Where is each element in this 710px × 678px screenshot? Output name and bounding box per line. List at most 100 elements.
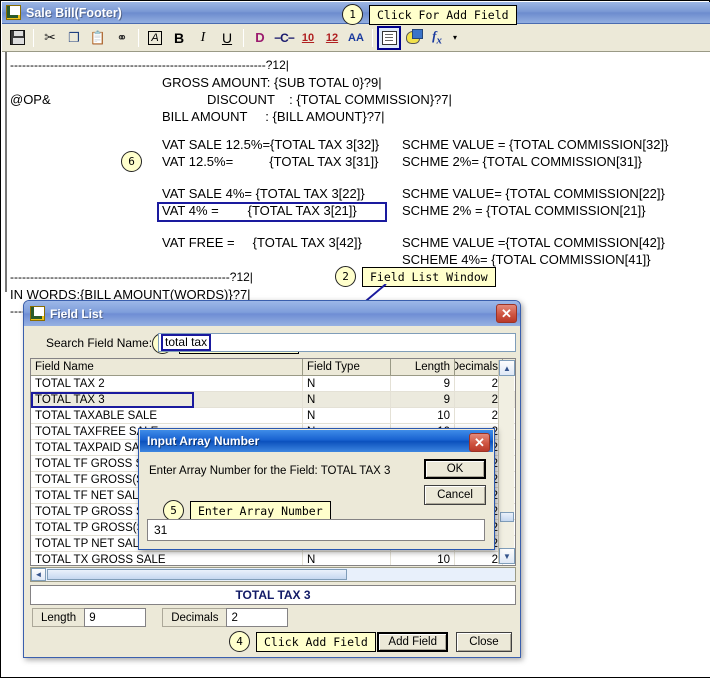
cell-length: 9	[391, 392, 455, 407]
search-field-row: Search Field Name: total tax	[30, 332, 516, 353]
input-array-number-dialog: Input Array Number ✕ Enter Array Number …	[138, 428, 495, 550]
cell-field-name: TOTAL TX GROSS SALE	[31, 552, 303, 565]
doc-line-schme-value-42: SCHME VALUE ={TOTAL COMMISSION[42]}	[402, 235, 665, 250]
toolbar-separator-3	[243, 28, 244, 47]
doc-line-vat-sale-4: VAT SALE 4%= {TOTAL TAX 3[22]}	[162, 186, 365, 201]
horizontal-scroll-thumb[interactable]	[47, 569, 347, 580]
color-palette-icon[interactable]	[401, 26, 425, 50]
ok-button[interactable]: OK	[424, 459, 486, 479]
font-icon[interactable]: A	[143, 26, 167, 50]
cell-field-type: N	[303, 552, 391, 565]
document-left-margin-rule	[5, 52, 7, 292]
bold-icon[interactable]: B	[167, 26, 191, 50]
doc-line-schme-2pct-31: SCHME 2%= {TOTAL COMMISSION[31]}	[402, 154, 642, 169]
add-field-icon[interactable]	[377, 25, 401, 50]
cell-decimals: 2	[455, 552, 503, 565]
column-header-length[interactable]: Length	[391, 359, 455, 375]
array-number-input[interactable]: 31	[147, 519, 485, 541]
cell-length: 10	[391, 552, 455, 565]
cancel-button[interactable]: Cancel	[424, 485, 486, 505]
input-array-body: Enter Array Number for the Field: TOTAL …	[143, 455, 490, 545]
length-input[interactable]: 9	[84, 608, 147, 627]
input-array-title: Input Array Number	[147, 434, 260, 448]
scroll-up-icon[interactable]: ▲	[499, 360, 515, 376]
paste-icon[interactable]: 📋	[86, 26, 110, 50]
input-array-close-icon[interactable]: ✕	[469, 433, 490, 452]
doc-line-separator-bottom: ----------------------------------------…	[10, 270, 253, 284]
cell-decimals: 2	[455, 376, 503, 391]
text-case-icon[interactable]: AA	[344, 26, 368, 50]
length-label: Length	[32, 608, 85, 627]
doc-line-vat-125: VAT 12.5%= {TOTAL TAX 3[31]}	[162, 154, 379, 169]
toolbar-separator-4	[372, 28, 373, 47]
doc-line-schme-value-22: SCHME VALUE= {TOTAL COMMISSION[22]}	[402, 186, 665, 201]
input-array-titlebar: Input Array Number ✕	[140, 430, 493, 452]
grid-horizontal-scrollbar[interactable]: ◄	[30, 567, 516, 582]
cell-field-name: TOTAL TAX 2	[31, 376, 303, 391]
decimals-input[interactable]: 2	[226, 608, 289, 627]
table-row[interactable]: TOTAL TAX 3 N 9 2	[31, 392, 515, 408]
main-application-window: Sale Bill(Footer) ✂ ❐ 📋 ⚭ A B I U D −C− …	[0, 0, 710, 678]
field-properties-row: Length 9 Decimals 2	[32, 608, 289, 627]
cut-icon[interactable]: ✂	[38, 26, 62, 50]
table-row[interactable]: TOTAL TX GROSS SALE N 10 2	[31, 552, 515, 565]
field-list-close-icon[interactable]: ✕	[496, 304, 517, 323]
cell-field-type: N	[303, 392, 391, 407]
callout-4-label: Click Add Field	[256, 631, 376, 652]
callout-1-label: Click For Add Field	[369, 4, 517, 25]
dropdown-caret-icon[interactable]: ▾	[449, 26, 461, 50]
callout-6-number: 6	[121, 151, 142, 172]
callout-6: 6	[121, 151, 148, 172]
doc-line-separator-top: ----------------------------------------…	[10, 58, 289, 72]
table-row[interactable]: TOTAL TAX 2 N 9 2	[31, 376, 515, 392]
field-list-app-icon	[30, 306, 45, 321]
doc-line-vat-sale-125: VAT SALE 12.5%={TOTAL TAX 3[32]}	[162, 137, 380, 152]
cell-field-name: TOTAL TAX 3	[31, 392, 303, 407]
highlighted-vat-line-box	[157, 202, 387, 222]
copy-icon[interactable]: ❐	[62, 26, 86, 50]
find-icon[interactable]: ⚭	[110, 26, 134, 50]
cell-length: 10	[391, 408, 455, 423]
add-field-button[interactable]: Add Field	[377, 632, 448, 652]
doc-line-schme-value-32: SCHME VALUE = {TOTAL COMMISSION[32]}	[402, 137, 669, 152]
link-icon[interactable]: −C−	[272, 26, 296, 50]
italic-icon[interactable]: I	[191, 26, 215, 50]
doc-line-bill-amount: BILL AMOUNT : {BILL AMOUNT}?7|	[162, 109, 385, 124]
column-header-decimals[interactable]: Decimals	[455, 359, 503, 375]
field-list-grid-header: Field Name Field Type Length Decimals	[31, 359, 515, 376]
search-field-input[interactable]: total tax	[158, 333, 516, 352]
input-array-prompt: Enter Array Number for the Field: TOTAL …	[149, 465, 391, 477]
number12-icon[interactable]: 12	[320, 26, 344, 50]
date-icon[interactable]: D	[248, 26, 272, 50]
doc-line-scheme-4pct-41: SCHEME 4%= {TOTAL COMMISSION[41]}	[402, 252, 651, 267]
scroll-down-icon[interactable]: ▼	[499, 548, 515, 564]
main-toolbar: ✂ ❐ 📋 ⚭ A B I U D −C− 10 12 AA fx ▾	[2, 24, 710, 52]
underline-icon[interactable]: U	[215, 26, 239, 50]
cell-length: 9	[391, 376, 455, 391]
cell-field-type: N	[303, 376, 391, 391]
callout-5: 5 Enter Array Number	[163, 500, 331, 521]
cell-field-name: TOTAL TAXABLE SALE	[31, 408, 303, 423]
field-list-title: Field List	[50, 306, 103, 321]
doc-line-vat-free: VAT FREE = {TOTAL TAX 3[42]}	[162, 235, 362, 250]
doc-line-op-marker: @OP&	[10, 92, 51, 107]
column-header-field-name[interactable]: Field Name	[31, 359, 303, 375]
toolbar-separator-1	[33, 28, 34, 47]
search-field-value: total tax	[161, 333, 212, 351]
field-list-titlebar: Field List ✕	[24, 301, 520, 326]
cell-decimals: 2	[455, 392, 503, 407]
save-icon[interactable]	[5, 26, 29, 50]
scroll-left-icon[interactable]: ◄	[31, 568, 46, 581]
callout-1-number: 1	[342, 4, 363, 25]
vertical-scroll-thumb[interactable]	[500, 512, 514, 522]
app-logo-icon	[6, 5, 21, 20]
selected-field-name-display: TOTAL TAX 3	[30, 585, 516, 605]
grid-vertical-scrollbar[interactable]: ▲ ▼	[498, 360, 515, 564]
table-row[interactable]: TOTAL TAXABLE SALE N 10 2	[31, 408, 515, 424]
column-header-field-type[interactable]: Field Type	[303, 359, 391, 375]
number10-icon[interactable]: 10	[296, 26, 320, 50]
toolbar-separator-2	[138, 28, 139, 47]
callout-5-number: 5	[163, 500, 184, 521]
close-button[interactable]: Close	[456, 632, 512, 652]
function-icon[interactable]: fx	[425, 26, 449, 50]
